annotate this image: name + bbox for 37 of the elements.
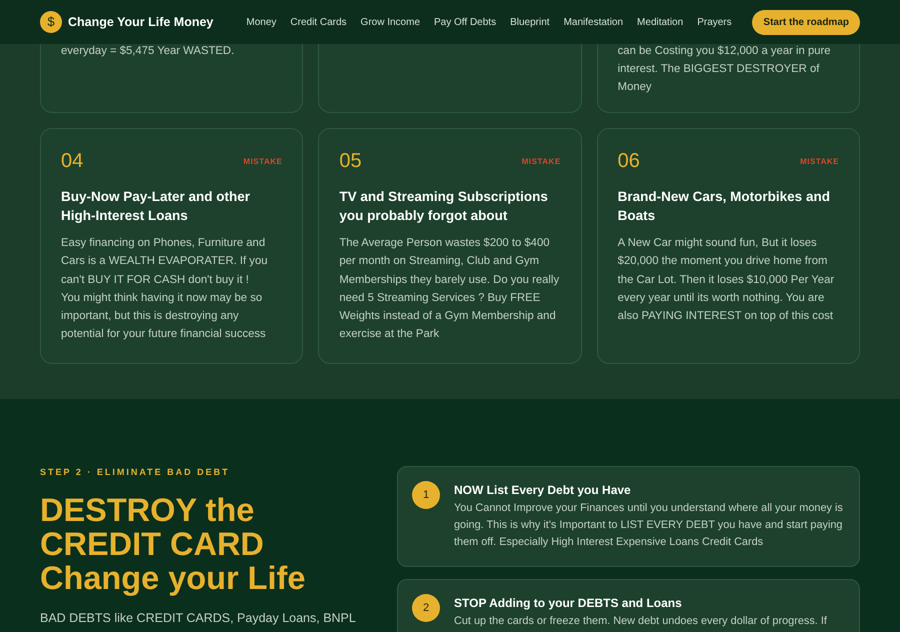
nav-link[interactable]: Grow Income (360, 14, 420, 30)
nav-link[interactable]: Prayers (697, 14, 732, 30)
start-roadmap-button[interactable]: Start the roadmap (752, 10, 860, 34)
nav-link[interactable]: Manifestation (564, 14, 624, 30)
brand-name: Change Your Life Money (68, 14, 214, 31)
card-text: You might think having it now may be so important, but this is destroying any potential for your future financial success (61, 290, 267, 342)
step-title: NOW List Every Debt you Have (454, 482, 632, 498)
card-title: TV and Streaming Subscriptions you probably forgot about (339, 188, 549, 225)
section-heading: DESTROY the CREDIT CARD Change your Life (40, 492, 306, 594)
card-text: Easy financing on Phones, Furniture and Cars is a WEALTH EVAPORATER. If you can't BUY IT FOR CASH don't buy it ! (61, 236, 269, 288)
card-text: interest. The BIGGEST DESTROYER of (618, 62, 820, 77)
step-number-badge: 2 (412, 594, 440, 622)
step-text: You Cannot Improve your Finances until you understand where all your money is going. This is why it's Important to LIST EVERY DEBT you have and start paying them off. Especially High Interest Expensive Loans Credit Cards (454, 501, 844, 550)
nav-link[interactable]: Pay Off Debts (434, 14, 496, 30)
card-number: 04 (61, 149, 84, 173)
mistake-tag: MISTAKE (243, 156, 282, 168)
mistake-tag: MISTAKE (522, 156, 561, 168)
card-number: 06 (618, 149, 640, 173)
card-text: everyday = $5,475 Year WASTED. (61, 44, 236, 59)
card-title: Brand-New Cars, Motorbikes and Boats (618, 188, 831, 225)
nav-link[interactable]: Meditation (637, 14, 684, 30)
step-eyebrow: STEP 2 · ELIMINATE BAD DEBT (40, 466, 231, 479)
step-number-badge: 1 (412, 481, 440, 509)
step-text: Cut up the cards or freeze them. New debt undoes every dollar of progress. If (454, 614, 827, 629)
nav-link[interactable]: Credit Cards (290, 14, 347, 30)
step-title: STOP Adding to your DEBTS and Loans (454, 595, 683, 611)
dollar-logo-icon: $ (40, 11, 62, 33)
mistake-tag: MISTAKE (800, 156, 839, 168)
card-text: can be Costing you $12,000 a year in pure (618, 44, 832, 59)
nav-link[interactable]: Money (246, 14, 276, 30)
nav-link[interactable]: Blueprint (510, 14, 550, 30)
card-title: Buy-Now Pay-Later and other High-Interest Loans (61, 188, 252, 225)
card-number: 05 (339, 149, 362, 173)
section-intro: BAD DEBTS like CREDIT CARDS, Payday Loans, BNPL (40, 610, 357, 627)
card-text: A New Car might sound fun, But it loses $20,000 the moment you drive home from the Car Lot. Then it loses $10,000 Per Year every year until its worth nothing. You are also PAYING INTEREST on top of this cost (618, 236, 836, 324)
card-text: Money (618, 80, 653, 95)
card-text: The Average Person wastes $200 to $400 per month on Streaming, Club and Gym Memberships they barely use. Do you really need 5 Streaming Services ? Buy FREE Weights instead of a Gym Membership and exercise at the Park (339, 236, 560, 342)
